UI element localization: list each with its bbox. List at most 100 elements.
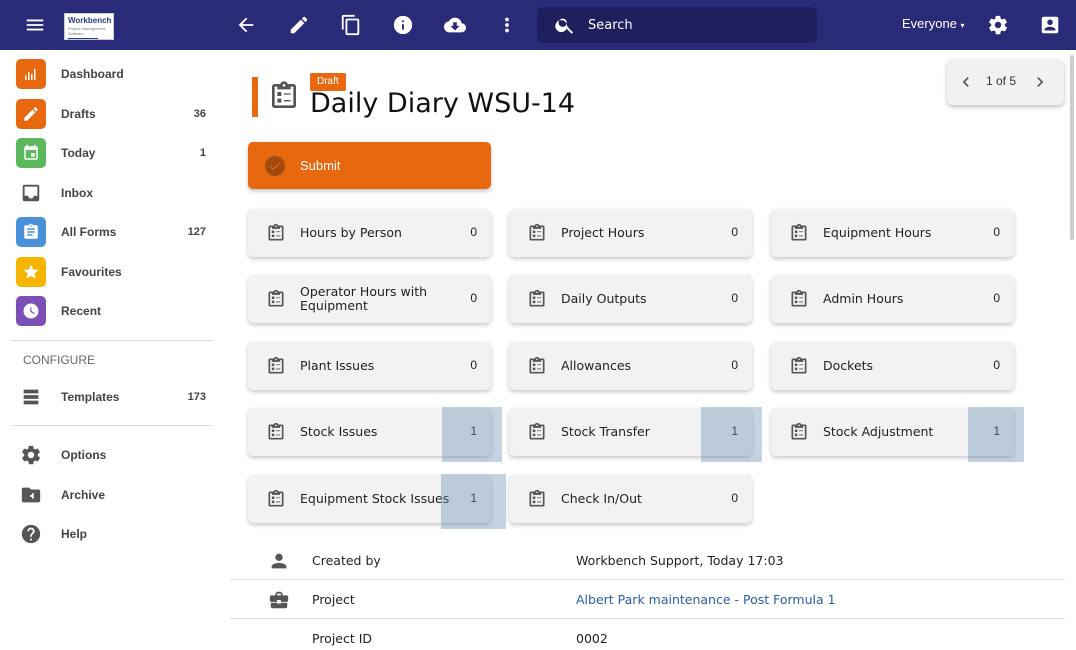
section-tile[interactable]: Project Hours 0 bbox=[509, 209, 752, 257]
logo-subtext: Project Management Software bbox=[68, 26, 105, 36]
sidebar-item-options[interactable]: Options bbox=[16, 439, 216, 471]
sidebar-divider bbox=[12, 425, 212, 426]
archive-icon bbox=[16, 480, 46, 510]
section-tile-label: Stock Transfer bbox=[561, 424, 650, 439]
section-tile-count: 0 bbox=[731, 291, 738, 305]
sidebar-item-drafts[interactable]: Drafts 36 bbox=[16, 98, 216, 130]
clipboard-list-icon bbox=[789, 222, 809, 244]
project-link[interactable]: Albert Park maintenance - Post Formula 1 bbox=[576, 592, 836, 607]
sidebar-item-favourites[interactable]: Favourites bbox=[16, 256, 216, 288]
section-tile[interactable]: Admin Hours 0 bbox=[771, 275, 1014, 323]
chevron-right-icon[interactable] bbox=[1030, 72, 1050, 92]
dropdown-caret-icon: ▾ bbox=[960, 21, 965, 30]
section-tile[interactable]: Daily Outputs 0 bbox=[509, 275, 752, 323]
cloud-download-icon[interactable] bbox=[443, 13, 467, 37]
info-icon[interactable] bbox=[391, 13, 415, 37]
record-pager: 1 of 5 bbox=[947, 59, 1064, 105]
person-icon bbox=[268, 550, 290, 572]
search-icon bbox=[555, 18, 574, 34]
pager-text: 1 of 5 bbox=[986, 74, 1017, 88]
sidebar-item-label: Drafts bbox=[61, 107, 96, 121]
clock-icon bbox=[16, 296, 46, 326]
detail-row-project: Project Albert Park maintenance - Post F… bbox=[230, 580, 1065, 619]
clipboard-list-icon bbox=[266, 222, 286, 244]
sidebar-item-recent[interactable]: Recent bbox=[16, 295, 216, 327]
section-tile[interactable]: Check In/Out 0 bbox=[509, 475, 752, 523]
section-tile-label: Dockets bbox=[823, 358, 874, 373]
app-logo[interactable]: Workbench Project Management Software bbox=[64, 13, 114, 40]
configure-section-label: CONFIGURE bbox=[23, 353, 95, 367]
section-tile[interactable]: Stock Issues 1 bbox=[248, 408, 491, 456]
sidebar-item-all-forms[interactable]: All Forms 127 bbox=[16, 216, 216, 248]
sidebar-item-help[interactable]: Help bbox=[16, 518, 216, 550]
section-tile[interactable]: Equipment Hours 0 bbox=[771, 209, 1014, 257]
sidebar-item-label: Dashboard bbox=[61, 67, 124, 81]
settings-gear-icon[interactable] bbox=[986, 13, 1010, 37]
star-icon bbox=[16, 257, 46, 287]
page-scrollbar[interactable] bbox=[1070, 55, 1074, 240]
templates-icon bbox=[16, 382, 46, 412]
section-tile-count: 1 bbox=[993, 424, 1000, 438]
check-circle-icon bbox=[265, 156, 285, 176]
back-arrow-icon[interactable] bbox=[234, 13, 258, 37]
clipboard-list-icon bbox=[527, 488, 547, 510]
section-tile[interactable]: Allowances 0 bbox=[509, 342, 752, 390]
section-tile[interactable]: Hours by Person 0 bbox=[248, 209, 491, 257]
top-app-bar: Workbench Project Management Software Se… bbox=[0, 0, 1076, 50]
section-tile[interactable]: Stock Adjustment 1 bbox=[771, 408, 1014, 456]
sidebar-item-count: 173 bbox=[187, 391, 206, 403]
sidebar-item-label: Favourites bbox=[61, 265, 122, 279]
section-tile[interactable]: Dockets 0 bbox=[771, 342, 1014, 390]
clipboard-list-icon bbox=[266, 288, 286, 310]
detail-label: Created by bbox=[312, 553, 381, 568]
sidebar-item-label: Help bbox=[61, 527, 88, 541]
clipboard-list-icon bbox=[266, 488, 286, 510]
section-tile[interactable]: Plant Issues 0 bbox=[248, 342, 491, 390]
clipboard-list-icon bbox=[789, 288, 809, 310]
search-input[interactable]: Search bbox=[537, 7, 817, 43]
sidebar-item-templates[interactable]: Templates 173 bbox=[16, 381, 216, 413]
clipboard-list-icon bbox=[527, 222, 547, 244]
section-tile-count: 0 bbox=[731, 358, 738, 372]
section-tile-count: 1 bbox=[731, 424, 738, 438]
section-tile-count: 1 bbox=[470, 424, 477, 438]
section-tile[interactable]: Equipment Stock Issues 1 bbox=[248, 475, 491, 523]
sidebar-item-label: Options bbox=[61, 448, 107, 462]
section-tile-label: Allowances bbox=[561, 358, 632, 373]
dashboard-icon bbox=[16, 59, 46, 89]
sidebar-item-today[interactable]: Today 1 bbox=[16, 137, 216, 169]
sidebar-item-label: All Forms bbox=[61, 225, 117, 239]
sidebar-item-count: 36 bbox=[193, 108, 206, 120]
section-tile-count: 0 bbox=[993, 358, 1000, 372]
clipboard-list-icon bbox=[268, 80, 300, 112]
section-tile[interactable]: Stock Transfer 1 bbox=[509, 408, 752, 456]
more-vert-icon[interactable] bbox=[495, 13, 519, 37]
clipboard-list-icon bbox=[789, 421, 809, 443]
section-tile-count: 0 bbox=[470, 225, 477, 239]
section-tile-label: Admin Hours bbox=[823, 291, 904, 306]
clipboard-list-icon bbox=[789, 355, 809, 377]
section-tile-label: Equipment Hours bbox=[823, 225, 932, 240]
section-tile[interactable]: Operator Hours with Equipment 0 bbox=[248, 275, 491, 323]
section-tile-label: Equipment Stock Issues bbox=[300, 491, 450, 506]
sidebar-item-inbox[interactable]: Inbox bbox=[16, 177, 216, 209]
account-box-icon[interactable] bbox=[1038, 13, 1062, 37]
submit-button[interactable]: Submit bbox=[248, 142, 491, 189]
menu-icon[interactable] bbox=[23, 13, 47, 37]
inbox-icon bbox=[16, 178, 46, 208]
sidebar-item-count: 127 bbox=[187, 226, 206, 238]
clipboard-list-icon bbox=[527, 355, 547, 377]
clipboard-list-icon bbox=[527, 421, 547, 443]
chevron-left-icon[interactable] bbox=[956, 72, 976, 92]
gear-icon bbox=[16, 440, 46, 470]
clipboard-list-icon bbox=[266, 355, 286, 377]
edit-pencil-icon[interactable] bbox=[287, 13, 311, 37]
copy-icon[interactable] bbox=[339, 13, 363, 37]
owner-filter-dropdown[interactable]: Everyone ▾ bbox=[902, 16, 965, 31]
sidebar-item-archive[interactable]: Archive bbox=[16, 479, 216, 511]
sidebar-divider bbox=[12, 340, 212, 341]
status-accent-bar bbox=[252, 77, 258, 117]
sidebar-item-dashboard[interactable]: Dashboard bbox=[16, 58, 216, 90]
logo-bar bbox=[68, 38, 98, 39]
detail-row-project-id: Project ID 0002 bbox=[230, 619, 1065, 650]
